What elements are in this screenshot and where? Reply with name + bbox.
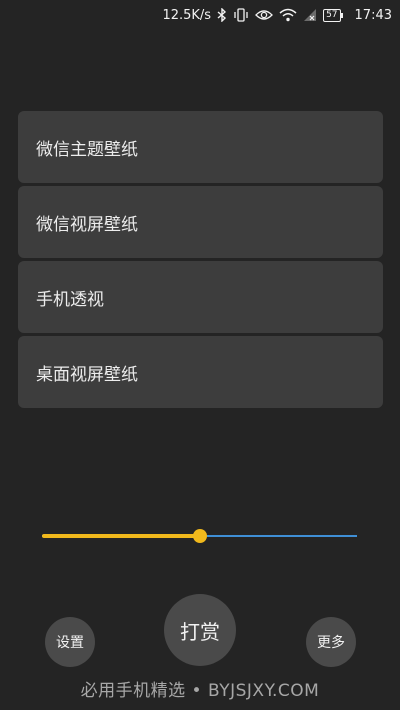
menu-item-label: 微信视屏壁纸 <box>36 214 138 235</box>
slider-fill <box>42 534 200 538</box>
more-button[interactable]: 更多 <box>306 617 356 667</box>
settings-button[interactable]: 设置 <box>45 617 95 667</box>
net-speed: 12.5K/s <box>162 7 212 23</box>
battery-level: 57 <box>326 9 338 20</box>
bluetooth-icon <box>217 7 227 23</box>
menu-item-label: 微信主题壁纸 <box>36 139 138 160</box>
menu-item-label: 桌面视屏壁纸 <box>36 364 138 385</box>
slider-thumb[interactable] <box>192 529 207 543</box>
menu-item-desktop-video-wallpaper[interactable]: 桌面视屏壁纸 <box>18 336 383 408</box>
more-button-label: 更多 <box>317 635 345 651</box>
wifi-icon <box>279 7 297 23</box>
menu-list: 微信主题壁纸 微信视屏壁纸 手机透视 桌面视屏壁纸 <box>18 111 383 411</box>
eye-icon <box>255 7 273 23</box>
watermark: 必用手机精选 • BYJSJXY.COM <box>80 681 320 701</box>
menu-item-phone-see-through[interactable]: 手机透视 <box>18 261 383 333</box>
battery-icon: 57 <box>323 8 344 22</box>
vibrate-icon <box>233 7 249 23</box>
settings-button-label: 设置 <box>56 635 84 651</box>
clock: 17:43 <box>354 7 392 23</box>
status-bar: 12.5K/s 57 17:43 <box>0 0 400 30</box>
reward-button-label: 打赏 <box>180 619 220 644</box>
no-sim-icon <box>303 7 317 23</box>
menu-item-wechat-theme-wallpaper[interactable]: 微信主题壁纸 <box>18 111 383 183</box>
reward-button[interactable]: 打赏 <box>164 594 236 666</box>
menu-item-label: 手机透视 <box>36 289 104 310</box>
menu-item-wechat-video-wallpaper[interactable]: 微信视屏壁纸 <box>18 186 383 258</box>
opacity-slider[interactable] <box>42 526 357 546</box>
